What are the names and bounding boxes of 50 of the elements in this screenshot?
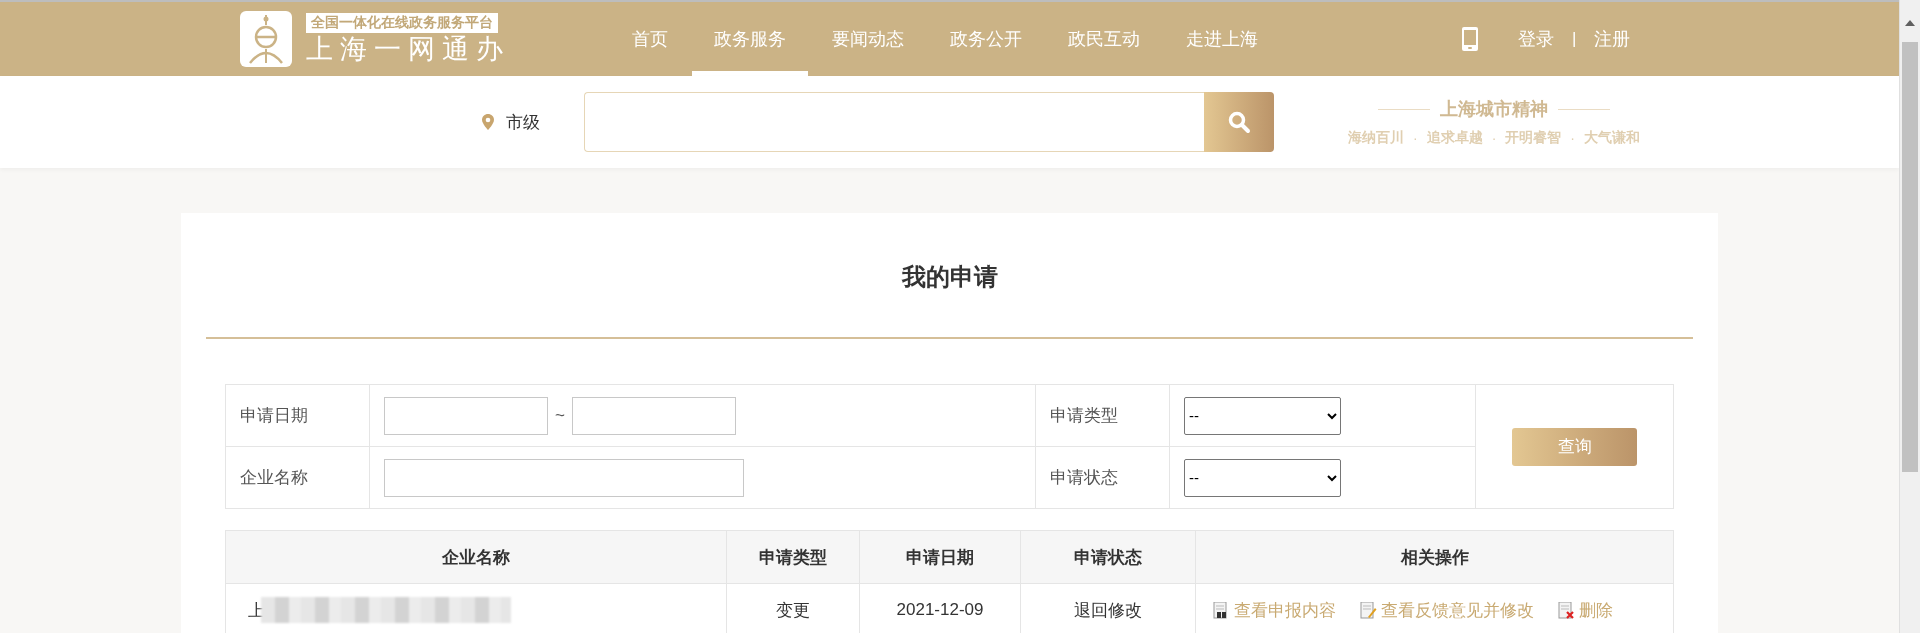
action-link[interactable]: 查看申报内容 bbox=[1234, 598, 1336, 622]
action-link[interactable]: 删除 bbox=[1579, 598, 1613, 622]
end-date-field[interactable] bbox=[571, 396, 736, 435]
status-dropdown[interactable]: -- bbox=[1184, 458, 1341, 497]
location-pin-icon bbox=[482, 114, 494, 130]
slogan-phrase: 开明睿智 bbox=[1505, 129, 1562, 147]
type-dropdown[interactable]: -- bbox=[1184, 396, 1341, 435]
mobile-phone-icon[interactable] bbox=[1462, 27, 1478, 51]
delete-document-icon bbox=[1558, 601, 1575, 619]
table-cell: 上 bbox=[248, 600, 265, 620]
login-link[interactable]: 登录 bbox=[1518, 27, 1554, 51]
table-cell: 企业名称 bbox=[225, 446, 370, 509]
scrollbar[interactable] bbox=[1899, 0, 1920, 633]
query-button[interactable]: 查询 bbox=[1512, 427, 1637, 466]
separator: | bbox=[1572, 29, 1577, 49]
company-name-field[interactable] bbox=[384, 458, 744, 497]
nav-tab[interactable]: 政务公开 bbox=[928, 2, 1044, 76]
column-header: 相关操作 bbox=[1195, 530, 1674, 584]
action-link[interactable]: 查看反馈意见并修改 bbox=[1381, 598, 1534, 622]
separator-dot: · bbox=[1491, 130, 1497, 146]
page-title: 我的申请 bbox=[900, 262, 999, 292]
table-cell: 申请日期 bbox=[225, 384, 370, 447]
date-range-separator: ~ bbox=[555, 405, 565, 426]
logo-icon bbox=[240, 11, 292, 67]
slogan-phrase: 海纳百川 bbox=[1348, 129, 1404, 147]
register-link[interactable]: 注册 bbox=[1594, 27, 1631, 51]
slogan-title: 上海城市精神 bbox=[1440, 98, 1548, 121]
column-header: 申请日期 bbox=[859, 530, 1021, 584]
separator-dot: · bbox=[1413, 130, 1418, 146]
pencil-document-icon bbox=[1360, 601, 1377, 619]
nav-tab[interactable]: 走进上海 bbox=[1164, 2, 1280, 76]
table-cell: 申请状态 bbox=[1035, 446, 1170, 509]
search-icon bbox=[1227, 110, 1251, 134]
search-button[interactable] bbox=[1204, 92, 1274, 152]
binoculars-document-icon bbox=[1213, 601, 1230, 619]
search-field[interactable] bbox=[584, 92, 1204, 152]
slogan-phrase: 大气谦和 bbox=[1584, 129, 1640, 147]
nav-tab[interactable]: 要闻动态 bbox=[810, 2, 926, 76]
column-header: 申请状态 bbox=[1020, 530, 1196, 584]
start-date-field[interactable] bbox=[384, 396, 548, 435]
region-selector[interactable]: 市级 bbox=[506, 110, 540, 134]
column-header: 申请类型 bbox=[726, 530, 860, 584]
column-header: 企业名称 bbox=[225, 530, 727, 584]
separator-dot: · bbox=[1570, 130, 1575, 146]
table-cell: 申请类型 bbox=[1035, 384, 1170, 447]
slogan-phrase: 追求卓越 bbox=[1426, 129, 1483, 147]
nav-tab[interactable]: 首页 bbox=[610, 2, 690, 76]
logo-tagline: 全国一体化在线政务服务平台 bbox=[306, 13, 498, 33]
site-name: 上海一网通办 bbox=[306, 33, 510, 65]
nav-tab[interactable]: 政民互动 bbox=[1046, 2, 1162, 76]
